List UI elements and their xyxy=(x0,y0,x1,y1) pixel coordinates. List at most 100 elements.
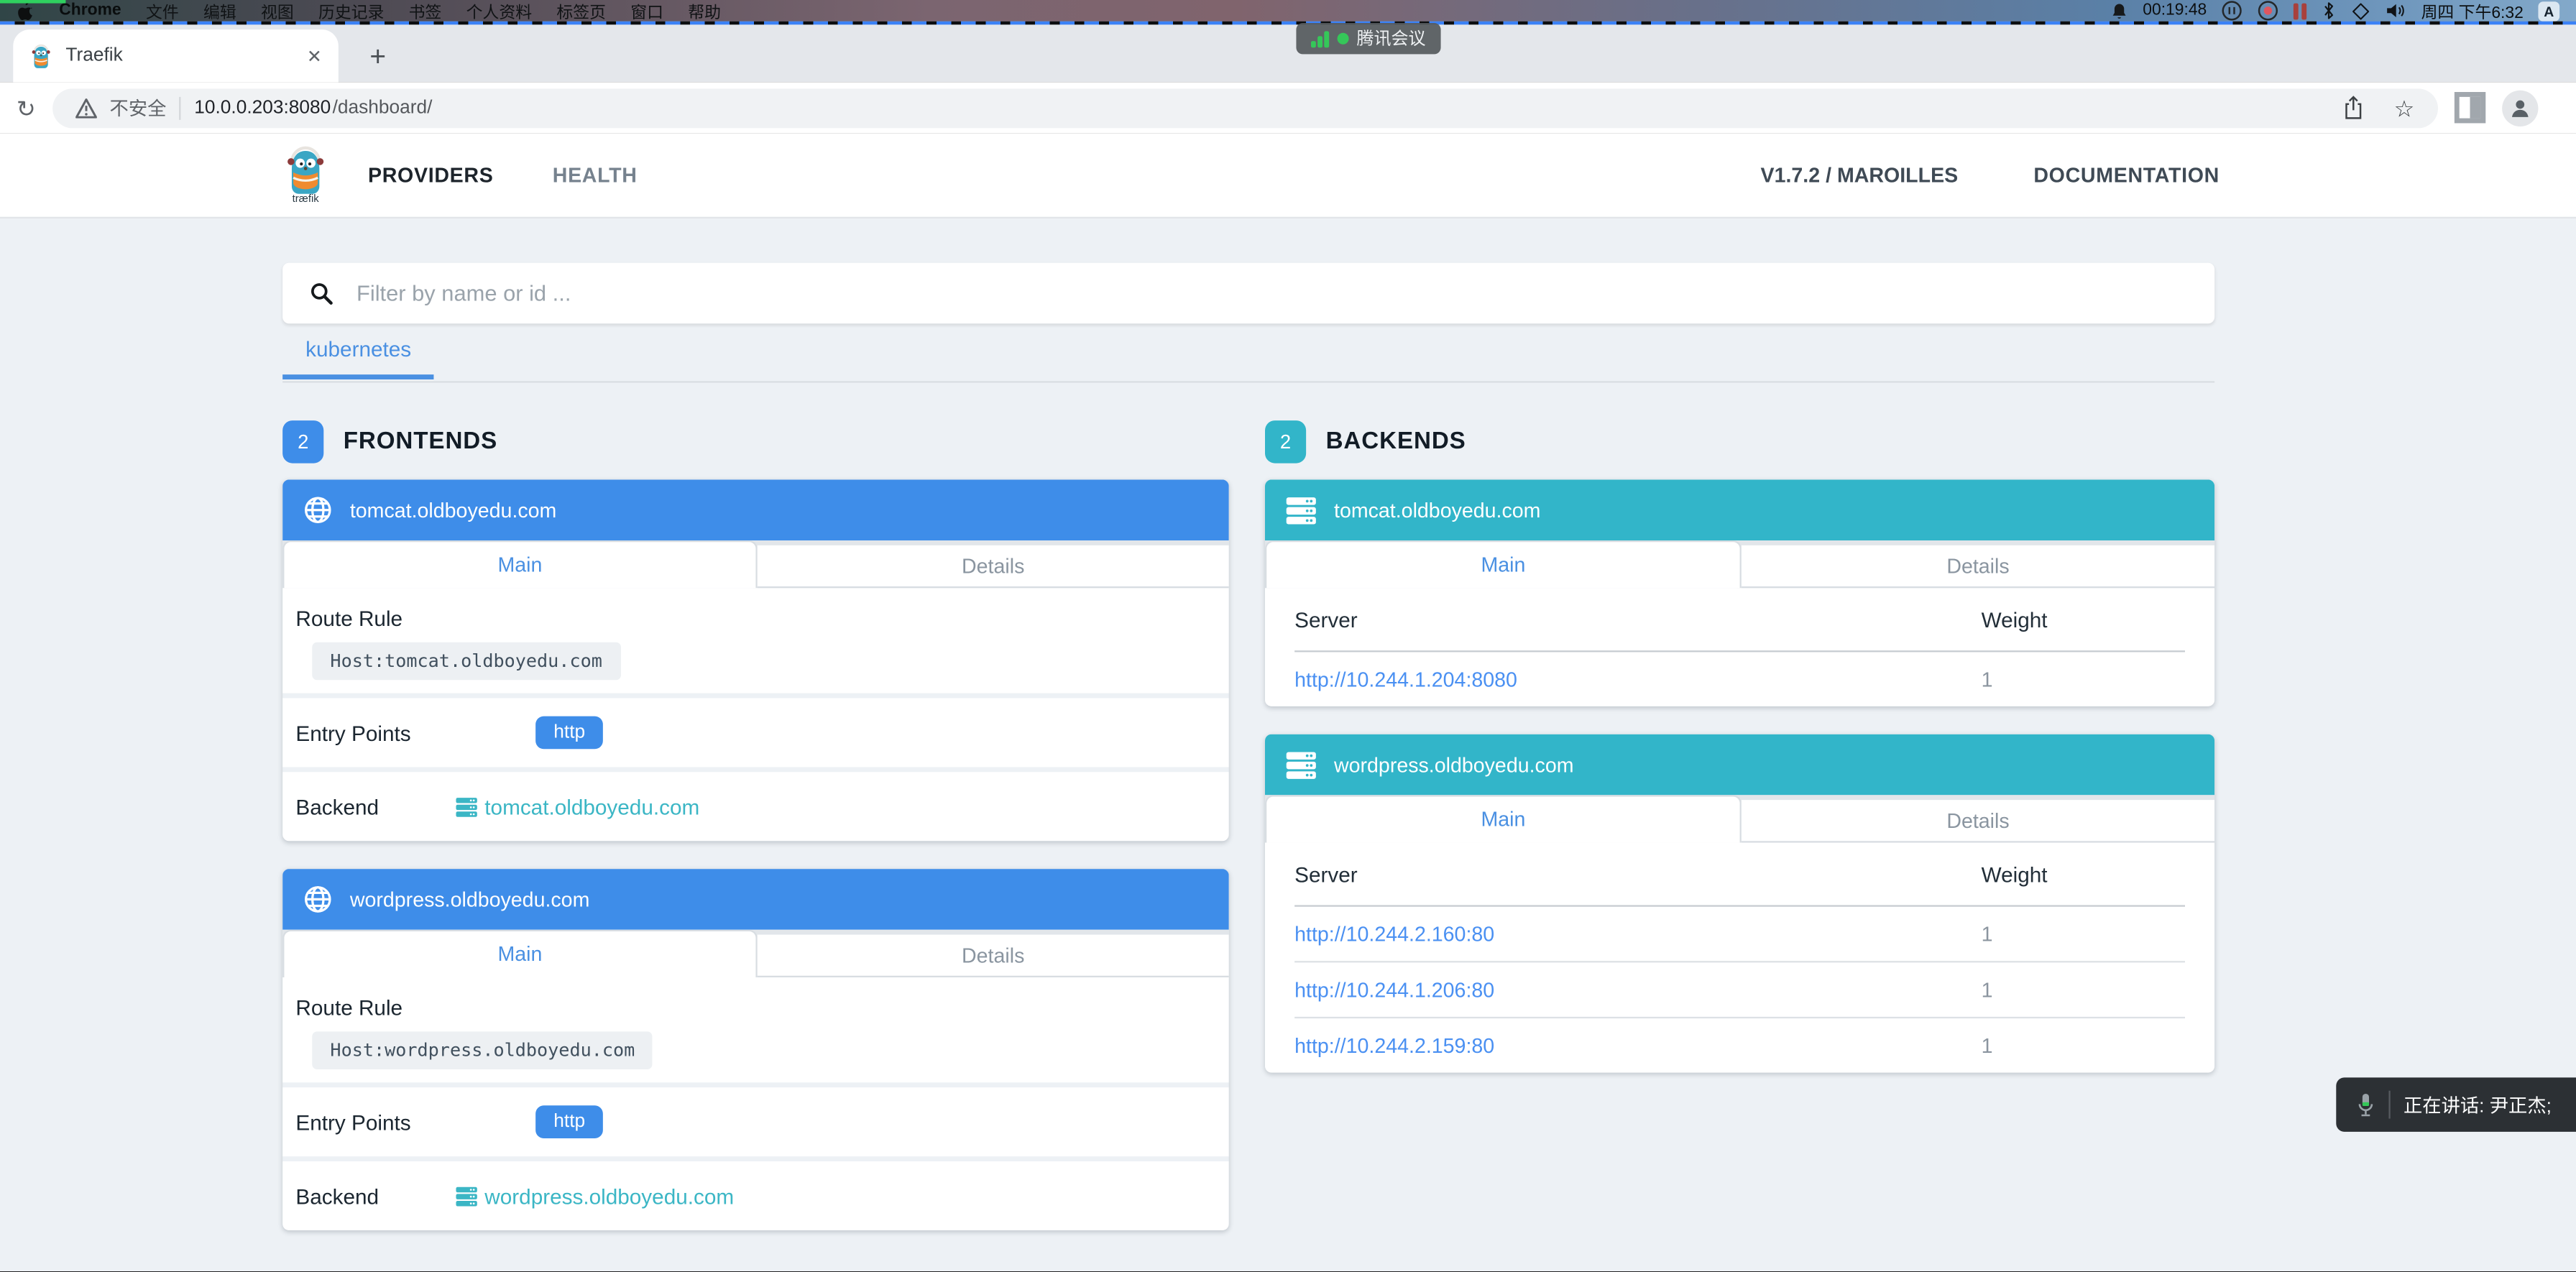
menubar-app-name[interactable]: Chrome xyxy=(59,1,121,19)
backend-link[interactable]: wordpress.oldboyedu.com xyxy=(455,1184,734,1208)
entry-points-row: Entry Points http xyxy=(282,1087,1229,1156)
security-label[interactable]: 不安全 xyxy=(110,94,167,121)
menu-item-profiles[interactable]: 个人资料 xyxy=(466,0,532,23)
record-stop-icon[interactable] xyxy=(2258,0,2279,22)
tab-kubernetes[interactable]: kubernetes xyxy=(282,337,434,379)
side-panel-icon[interactable] xyxy=(2454,92,2485,123)
menu-item-tabs[interactable]: 标签页 xyxy=(556,0,606,23)
notification-bell-icon[interactable] xyxy=(2112,1,2128,20)
menu-item-help[interactable]: 帮助 xyxy=(688,0,721,23)
browser-toolbar: ↻ 不安全 10.0.0.203:8080 /dashboard/ ☆ xyxy=(0,82,2576,133)
server-url-link[interactable]: http://10.244.1.204:8080 xyxy=(1294,668,1517,691)
bookmark-star-icon[interactable]: ☆ xyxy=(2394,96,2415,119)
dashboard-content: kubernetes 2 FRONTENDS tomcat.oldboyedu.… xyxy=(0,218,2576,1272)
browser-tab-traefik[interactable]: Traefik ✕ xyxy=(13,29,339,82)
route-rule-row: Route Rule Host:wordpress.oldboyedu.com xyxy=(282,977,1229,1082)
input-method-indicator[interactable]: A xyxy=(2538,1,2559,20)
meeting-screenshare-pill[interactable]: 腾讯会议 xyxy=(1296,23,1440,54)
backend-card-wordpress: wordpress.oldboyedu.com Main Details Ser… xyxy=(1265,734,2214,1073)
profile-avatar[interactable] xyxy=(2502,90,2538,126)
macos-menubar: Chrome 文件 编辑 视图 历史记录 书签 个人资料 标签页 窗口 帮助 0… xyxy=(0,0,2576,22)
nav-documentation[interactable]: DOCUMENTATION xyxy=(2033,163,2220,186)
backend-card-title: tomcat.oldboyedu.com xyxy=(1334,499,1540,522)
servers-table-header: Server Weight xyxy=(1294,588,2185,652)
tab-details[interactable]: Details xyxy=(1742,800,2214,842)
tab-details[interactable]: Details xyxy=(758,545,1229,588)
frontends-count-badge: 2 xyxy=(282,420,323,462)
server-row: http://10.244.2.159:80 1 xyxy=(1294,1018,2185,1072)
backend-card-header: wordpress.oldboyedu.com xyxy=(1265,734,2214,796)
backend-label: Backend xyxy=(295,794,455,819)
diamond-icon[interactable] xyxy=(2350,1,2370,20)
server-row: http://10.244.1.204:8080 1 xyxy=(1294,652,2185,706)
backend-link[interactable]: tomcat.oldboyedu.com xyxy=(455,794,699,819)
tab-details[interactable]: Details xyxy=(758,935,1229,977)
address-bar[interactable]: 不安全 10.0.0.203:8080 /dashboard/ ☆ xyxy=(52,88,2438,127)
nav-providers[interactable]: PROVIDERS xyxy=(368,163,493,186)
tab-main[interactable]: Main xyxy=(1265,795,1742,842)
menu-item-history[interactable]: 历史记录 xyxy=(318,0,384,23)
server-weight: 1 xyxy=(1982,1034,2185,1057)
server-row: http://10.244.2.160:80 1 xyxy=(1294,907,2185,963)
reload-icon[interactable]: ↻ xyxy=(17,96,36,119)
frontend-card-header: wordpress.oldboyedu.com xyxy=(282,869,1229,930)
servers-table: Server Weight http://10.244.1.204:8080 1 xyxy=(1265,588,2214,706)
backend-label: Backend xyxy=(295,1184,455,1208)
microphone-icon xyxy=(2356,1092,2375,1118)
server-stack-icon xyxy=(455,1185,478,1207)
pause-bars-icon[interactable] xyxy=(2294,2,2306,19)
route-rule-value: Host:tomcat.oldboyedu.com xyxy=(312,642,620,681)
frontend-card-title: wordpress.oldboyedu.com xyxy=(350,888,590,911)
screen: Chrome 文件 编辑 视图 历史记录 书签 个人资料 标签页 窗口 帮助 0… xyxy=(0,0,2576,1272)
url-host: 10.0.0.203:8080 xyxy=(194,98,331,117)
card-tabs: Main Details xyxy=(282,930,1229,977)
tab-details[interactable]: Details xyxy=(1742,545,2214,588)
server-stack-icon xyxy=(1284,750,1317,779)
share-icon[interactable] xyxy=(2343,96,2365,120)
server-url-link[interactable]: http://10.244.2.160:80 xyxy=(1294,922,1494,945)
tab-main[interactable]: Main xyxy=(282,930,758,977)
menu-item-bookmarks[interactable]: 书签 xyxy=(409,0,442,23)
bluetooth-icon[interactable] xyxy=(2321,0,2336,22)
filter-input[interactable] xyxy=(353,280,2188,308)
frontend-card-tomcat: tomcat.oldboyedu.com Main Details Route … xyxy=(282,479,1229,841)
menu-item-view[interactable]: 视图 xyxy=(261,0,294,23)
screenshare-green-strip xyxy=(0,0,65,4)
server-column-header: Server xyxy=(1294,607,1981,632)
url-path: /dashboard/ xyxy=(333,98,433,117)
backend-card-title: wordpress.oldboyedu.com xyxy=(1334,753,1574,776)
tab-main[interactable]: Main xyxy=(1265,540,1742,588)
new-tab-button[interactable]: + xyxy=(358,38,397,78)
route-rule-label: Route Rule xyxy=(295,606,1215,630)
filter-card xyxy=(282,263,2214,324)
card-tabs: Main Details xyxy=(282,540,1229,588)
backend-row: Backend tomcat.oldboyedu.com xyxy=(282,772,1229,841)
weight-column-header: Weight xyxy=(1982,607,2185,632)
menu-item-window[interactable]: 窗口 xyxy=(630,0,663,23)
frontends-title: FRONTENDS xyxy=(344,428,497,454)
server-url-link[interactable]: http://10.244.1.206:80 xyxy=(1294,978,1494,1001)
server-url-link[interactable]: http://10.244.2.159:80 xyxy=(1294,1034,1494,1057)
meeting-status-dot xyxy=(1337,33,1348,45)
tab-close-icon[interactable]: ✕ xyxy=(307,45,322,67)
menu-item-file[interactable]: 文件 xyxy=(146,0,179,23)
globe-icon xyxy=(303,494,334,525)
traefik-favicon xyxy=(29,44,52,68)
pause-circle-icon[interactable] xyxy=(2222,0,2243,22)
menubar-datetime[interactable]: 周四 下午6:32 xyxy=(2421,0,2524,23)
speaking-label: 正在讲话: 尹正杰; xyxy=(2404,1092,2552,1118)
tab-title: Traefik xyxy=(65,46,122,65)
server-weight: 1 xyxy=(1982,978,2185,1001)
volume-icon[interactable] xyxy=(2385,1,2406,19)
toast-divider xyxy=(2388,1091,2390,1119)
entry-points-row: Entry Points http xyxy=(282,698,1229,767)
speaking-indicator-toast: 正在讲话: 尹正杰; xyxy=(2336,1077,2576,1131)
server-stack-icon xyxy=(455,796,478,817)
traefik-logo[interactable]: træfik xyxy=(282,145,328,204)
nav-health[interactable]: HEALTH xyxy=(553,163,638,186)
frontend-card-wordpress: wordpress.oldboyedu.com Main Details Rou… xyxy=(282,869,1229,1230)
menu-item-edit[interactable]: 编辑 xyxy=(203,0,236,23)
entry-points-label: Entry Points xyxy=(295,720,535,745)
tab-main[interactable]: Main xyxy=(282,540,758,588)
url-separator xyxy=(180,96,181,119)
